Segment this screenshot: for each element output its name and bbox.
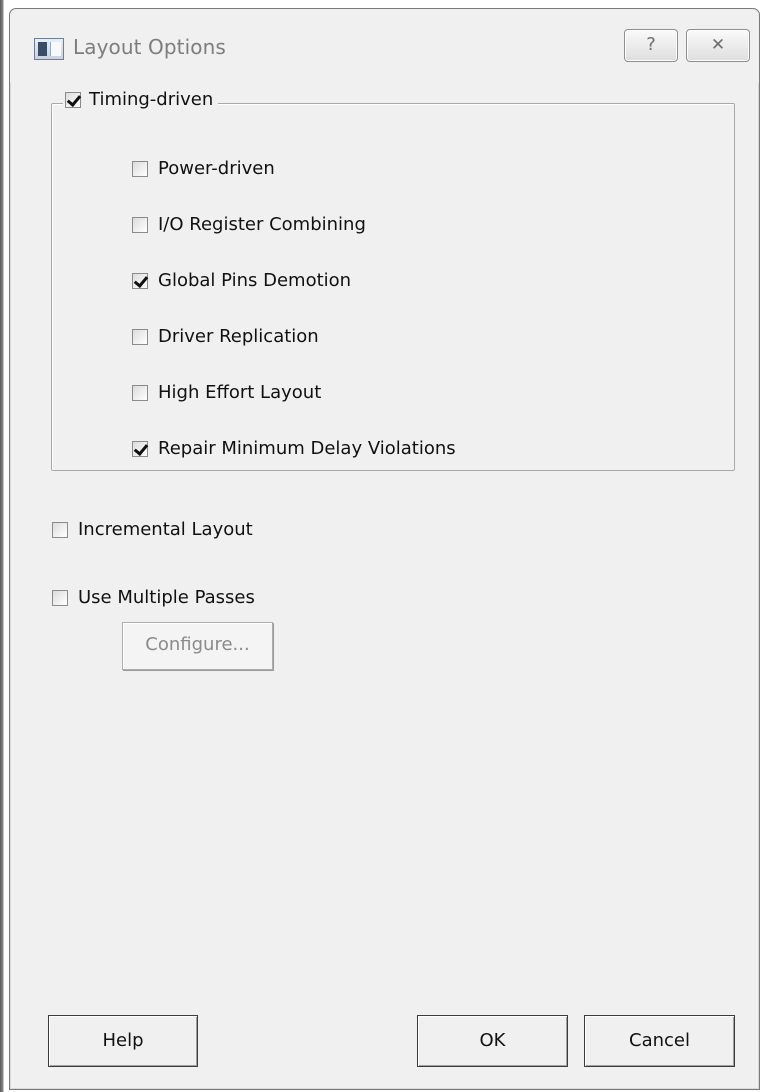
- timing-driven-label: Timing-driven: [89, 89, 214, 110]
- layout-options-dialog: Layout Options ? ✕ Timing-driven Power-d…: [9, 8, 760, 1090]
- repair-minimum-delay-violations-label: Repair Minimum Delay Violations: [158, 438, 456, 459]
- use-multiple-passes-label: Use Multiple Passes: [78, 587, 255, 608]
- power-driven-label: Power-driven: [158, 158, 275, 179]
- timing-driven-checkbox[interactable]: [65, 91, 81, 108]
- option-use-multiple-passes[interactable]: Use Multiple Passes: [52, 587, 255, 608]
- global-pins-demotion-checkbox[interactable]: [132, 272, 148, 289]
- io-register-combining-label: I/O Register Combining: [158, 214, 366, 235]
- option-incremental-layout[interactable]: Incremental Layout: [52, 519, 253, 540]
- driver-replication-label: Driver Replication: [158, 326, 319, 347]
- configure-button[interactable]: Configure...: [122, 622, 273, 670]
- incremental-layout-label: Incremental Layout: [78, 519, 253, 540]
- timing-driven-checkbox-row[interactable]: Timing-driven: [63, 89, 219, 110]
- use-multiple-passes-checkbox[interactable]: [52, 589, 68, 606]
- driver-replication-checkbox[interactable]: [132, 328, 148, 345]
- option-driver-replication[interactable]: Driver Replication: [132, 326, 319, 347]
- power-driven-checkbox[interactable]: [132, 160, 148, 177]
- desktop-edge: [0, 0, 9, 1092]
- option-io-register-combining[interactable]: I/O Register Combining: [132, 214, 366, 235]
- incremental-layout-checkbox[interactable]: [52, 521, 68, 538]
- close-icon[interactable]: ✕: [686, 29, 750, 62]
- option-high-effort-layout[interactable]: High Effort Layout: [132, 382, 321, 403]
- ok-button[interactable]: OK: [417, 1015, 568, 1067]
- timing-driven-group: Timing-driven Power-driven I/O Register …: [51, 89, 735, 471]
- high-effort-layout-checkbox[interactable]: [132, 384, 148, 401]
- app-icon: [34, 38, 64, 60]
- global-pins-demotion-label: Global Pins Demotion: [158, 270, 352, 291]
- option-global-pins-demotion[interactable]: Global Pins Demotion: [132, 270, 351, 291]
- repair-minimum-delay-violations-checkbox[interactable]: [132, 440, 148, 457]
- io-register-combining-checkbox[interactable]: [132, 216, 148, 233]
- help-button[interactable]: Help: [48, 1015, 198, 1067]
- window-title: Layout Options: [73, 35, 226, 59]
- cancel-button[interactable]: Cancel: [584, 1015, 735, 1067]
- help-icon[interactable]: ?: [624, 29, 678, 62]
- title-bar[interactable]: Layout Options ? ✕: [10, 9, 759, 83]
- option-power-driven[interactable]: Power-driven: [132, 158, 275, 179]
- option-repair-minimum-delay-violations[interactable]: Repair Minimum Delay Violations: [132, 438, 456, 459]
- high-effort-layout-label: High Effort Layout: [158, 382, 322, 403]
